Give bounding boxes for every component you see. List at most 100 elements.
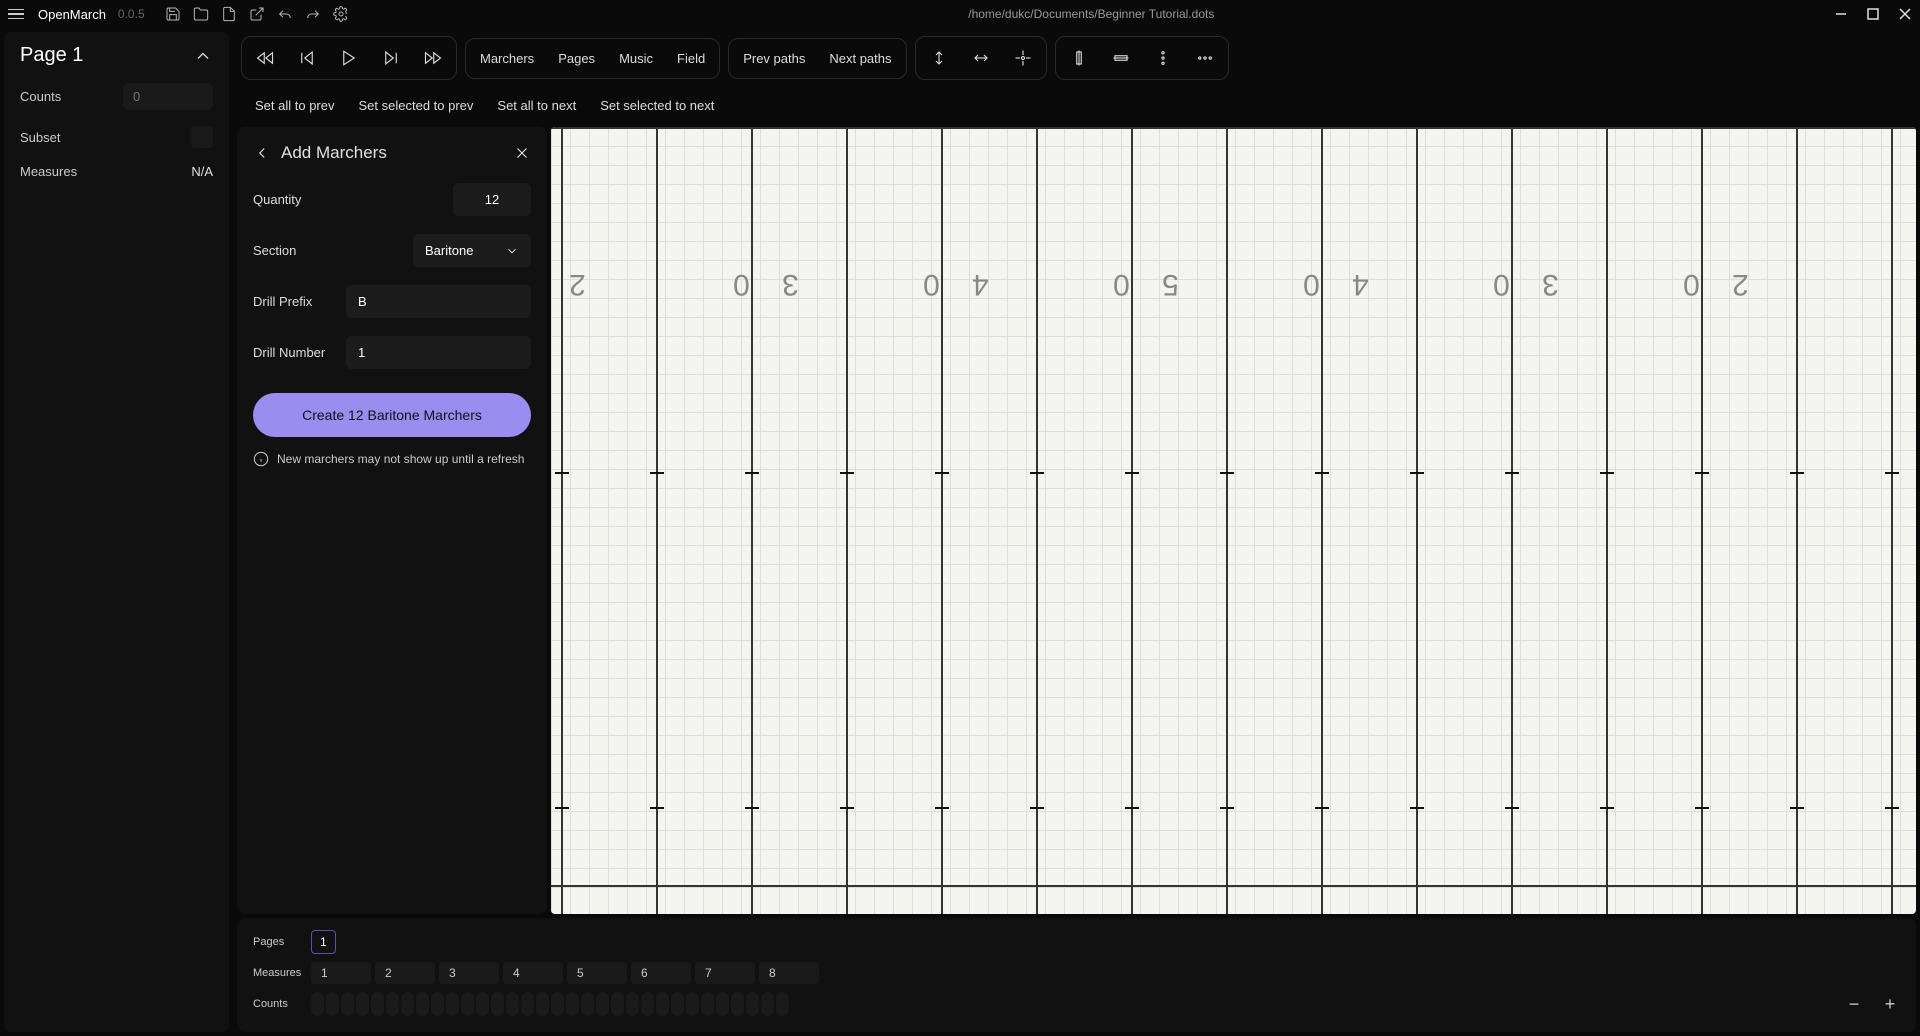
close-panel-icon[interactable] bbox=[513, 144, 531, 162]
tl-count[interactable] bbox=[431, 992, 444, 1016]
tab-pages[interactable]: Pages bbox=[548, 43, 605, 74]
move-vert-icon[interactable] bbox=[920, 41, 958, 75]
snap-icon[interactable] bbox=[1004, 41, 1042, 75]
tl-count[interactable] bbox=[701, 992, 714, 1016]
tl-measure[interactable]: 7 bbox=[695, 962, 755, 984]
more-icon[interactable] bbox=[1186, 41, 1224, 75]
tl-measure[interactable]: 3 bbox=[439, 962, 499, 984]
play-button[interactable] bbox=[330, 41, 368, 75]
tl-count[interactable] bbox=[326, 992, 339, 1016]
tl-count[interactable] bbox=[386, 992, 399, 1016]
tab-field[interactable]: Field bbox=[667, 43, 715, 74]
tl-count[interactable] bbox=[341, 992, 354, 1016]
subset-checkbox[interactable] bbox=[191, 126, 213, 148]
tl-count[interactable] bbox=[446, 992, 459, 1016]
toolbar-secondary: Set all to prev Set selected to prev Set… bbox=[237, 88, 1916, 123]
undo-icon[interactable] bbox=[277, 6, 293, 22]
prefix-label: Drill Prefix bbox=[253, 294, 312, 309]
yard-number: 3 0 bbox=[721, 267, 799, 301]
counts-input[interactable] bbox=[123, 83, 213, 110]
quantity-input[interactable] bbox=[453, 183, 531, 216]
zoom-in-button[interactable]: + bbox=[1880, 994, 1900, 1014]
tl-count[interactable] bbox=[731, 992, 744, 1016]
yard-number: 5 0 bbox=[1101, 267, 1179, 301]
tl-count[interactable] bbox=[716, 992, 729, 1016]
tl-count[interactable] bbox=[581, 992, 594, 1016]
rewind-button[interactable] bbox=[246, 41, 284, 75]
tl-count[interactable] bbox=[656, 992, 669, 1016]
tl-count[interactable] bbox=[401, 992, 414, 1016]
tl-count[interactable] bbox=[761, 992, 774, 1016]
subset-label: Subset bbox=[20, 130, 60, 145]
tl-count[interactable] bbox=[611, 992, 624, 1016]
tl-count[interactable] bbox=[311, 992, 324, 1016]
back-icon[interactable] bbox=[253, 144, 271, 162]
tl-measure[interactable]: 2 bbox=[375, 962, 435, 984]
tab-marchers[interactable]: Marchers bbox=[470, 43, 544, 74]
tl-count[interactable] bbox=[641, 992, 654, 1016]
tl-measure[interactable]: 8 bbox=[759, 962, 819, 984]
save-icon[interactable] bbox=[165, 6, 181, 22]
settings-icon[interactable] bbox=[333, 6, 349, 22]
hamburger-icon[interactable] bbox=[8, 5, 26, 23]
section-select[interactable]: Baritone bbox=[413, 234, 531, 267]
add-marchers-panel: Add Marchers Quantity Section Baritone D… bbox=[237, 127, 547, 914]
next-paths-button[interactable]: Next paths bbox=[819, 43, 901, 74]
tl-measure[interactable]: 4 bbox=[503, 962, 563, 984]
set-selected-next-button[interactable]: Set selected to next bbox=[590, 92, 724, 119]
distribute-icon[interactable] bbox=[1144, 41, 1182, 75]
align-vert-icon[interactable] bbox=[1060, 41, 1098, 75]
set-all-prev-button[interactable]: Set all to prev bbox=[245, 92, 345, 119]
align-horiz-icon[interactable] bbox=[1102, 41, 1140, 75]
tl-page[interactable]: 1 bbox=[311, 930, 336, 954]
zoom-out-button[interactable]: − bbox=[1844, 994, 1864, 1014]
tab-music[interactable]: Music bbox=[609, 43, 663, 74]
tl-count[interactable] bbox=[521, 992, 534, 1016]
tl-count[interactable] bbox=[776, 992, 789, 1016]
sidebar: Page 1 Counts Subset Measures N/A bbox=[4, 32, 229, 1032]
tl-count[interactable] bbox=[461, 992, 474, 1016]
minimize-icon[interactable] bbox=[1834, 7, 1848, 21]
export-icon[interactable] bbox=[249, 6, 265, 22]
set-selected-prev-button[interactable]: Set selected to prev bbox=[349, 92, 484, 119]
tl-count[interactable] bbox=[356, 992, 369, 1016]
open-icon[interactable] bbox=[193, 6, 209, 22]
skip-back-button[interactable] bbox=[288, 41, 326, 75]
close-icon[interactable] bbox=[1898, 7, 1912, 21]
tl-count[interactable] bbox=[476, 992, 489, 1016]
tl-count[interactable] bbox=[671, 992, 684, 1016]
tl-count[interactable] bbox=[491, 992, 504, 1016]
tl-count[interactable] bbox=[506, 992, 519, 1016]
maximize-icon[interactable] bbox=[1866, 7, 1880, 21]
tl-count[interactable] bbox=[371, 992, 384, 1016]
file-icon[interactable] bbox=[221, 6, 237, 22]
tl-count[interactable] bbox=[596, 992, 609, 1016]
tl-measure[interactable]: 6 bbox=[631, 962, 691, 984]
yard-number: 3 0 bbox=[1481, 267, 1559, 301]
tl-measure[interactable]: 5 bbox=[567, 962, 627, 984]
chevron-up-icon[interactable] bbox=[193, 46, 213, 66]
panel-title: Add Marchers bbox=[281, 143, 503, 163]
tl-count[interactable] bbox=[566, 992, 579, 1016]
tl-count[interactable] bbox=[536, 992, 549, 1016]
tl-count[interactable] bbox=[746, 992, 759, 1016]
tl-count[interactable] bbox=[686, 992, 699, 1016]
titlebar: OpenMarch 0.0.5 /home/dukc/Documents/Beg… bbox=[0, 0, 1920, 28]
quantity-label: Quantity bbox=[253, 192, 301, 207]
info-icon bbox=[253, 451, 269, 467]
field-canvas[interactable]: 23 04 05 04 03 02 0 bbox=[551, 127, 1916, 914]
tl-count[interactable] bbox=[551, 992, 564, 1016]
number-input[interactable] bbox=[346, 336, 531, 369]
prev-paths-button[interactable]: Prev paths bbox=[733, 43, 815, 74]
create-marchers-button[interactable]: Create 12 Baritone Marchers bbox=[253, 393, 531, 437]
redo-icon[interactable] bbox=[305, 6, 321, 22]
prefix-input[interactable] bbox=[346, 285, 531, 318]
tl-measure[interactable]: 1 bbox=[311, 962, 371, 984]
skip-forward-button[interactable] bbox=[372, 41, 410, 75]
tl-counts-label: Counts bbox=[253, 998, 297, 1010]
move-horiz-icon[interactable] bbox=[962, 41, 1000, 75]
fast-forward-button[interactable] bbox=[414, 41, 452, 75]
tl-count[interactable] bbox=[626, 992, 639, 1016]
set-all-next-button[interactable]: Set all to next bbox=[487, 92, 586, 119]
tl-count[interactable] bbox=[416, 992, 429, 1016]
